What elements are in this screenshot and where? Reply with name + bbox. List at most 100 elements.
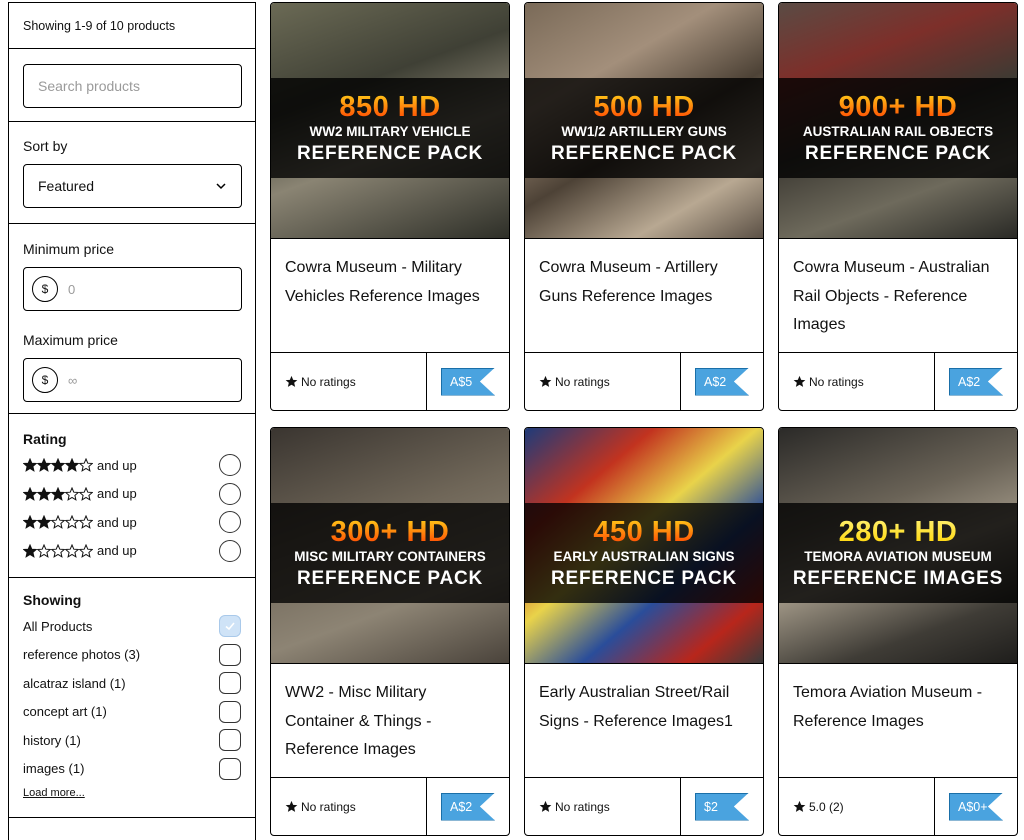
rating-text: No ratings (555, 799, 610, 814)
star-rating: and up (23, 543, 137, 558)
product-card[interactable]: 900+ HD AUSTRALIAN RAIL OBJECTS REFERENCE … (778, 2, 1018, 411)
rating-section: Rating and up and up and up and up (9, 414, 255, 578)
product-footer: No ratings A$2 (779, 353, 1017, 410)
product-card[interactable]: 450 HD EARLY AUSTRALIAN SIGNS REFERENCE PA… (524, 427, 764, 836)
star-filled-icon (539, 375, 552, 387)
price-tag[interactable]: $2 (695, 792, 749, 821)
currency-icon: $ (32, 367, 58, 393)
showing-option[interactable]: alcatraz island (1) (23, 669, 241, 698)
showing-option-label: reference photos (3) (23, 647, 141, 663)
showing-option-label: history (1) (23, 732, 81, 748)
product-thumbnail[interactable]: 450 HD EARLY AUSTRALIAN SIGNS REFERENCE PA… (525, 428, 763, 664)
product-rating: 5.0 (2) (779, 778, 935, 835)
checkbox[interactable] (219, 729, 241, 752)
price-cell: A$0+ (935, 778, 1017, 835)
star-outline-icon (51, 515, 65, 530)
price-tag[interactable]: A$2 (949, 367, 1003, 396)
price-cell: A$2 (427, 778, 509, 835)
banner-pack: REFERENCE PACK (296, 567, 484, 589)
banner-pack: REFERENCE PACK (550, 567, 738, 589)
showing-option-label: alcatraz island (1) (23, 675, 126, 691)
star-filled-icon (37, 486, 51, 501)
product-title[interactable]: Temora Aviation Museum - Reference Image… (779, 664, 1017, 778)
product-card[interactable]: 300+ HD MISC MILITARY CONTAINERS REFERENCE… (270, 427, 510, 836)
sort-section: Sort by Featured (9, 122, 255, 224)
star-filled-icon (23, 486, 37, 501)
min-price-label: Minimum price (23, 241, 115, 257)
product-thumbnail[interactable]: 280+ HD TEMORA AVIATION MUSEUM REFERENCE I… (779, 428, 1017, 664)
max-price-label: Maximum price (23, 332, 118, 348)
banner-count: 300+ HD (330, 515, 450, 548)
price-cell: A$2 (681, 353, 763, 410)
results-count-section: Showing 1-9 of 10 products (9, 3, 255, 49)
checkbox-checked[interactable] (219, 615, 241, 638)
banner-count: 850 HD (339, 90, 441, 123)
rating-option[interactable]: and up (23, 480, 241, 509)
banner-count: 900+ HD (838, 90, 958, 123)
star-outline-icon (79, 515, 93, 530)
product-rating: No ratings (525, 353, 681, 410)
product-thumbnail[interactable]: 850 HD WW2 MILITARY VEHICLE REFERENCE PACK (271, 3, 509, 239)
thumbnail-banner: 300+ HD MISC MILITARY CONTAINERS REFERENCE… (271, 503, 509, 603)
product-thumbnail[interactable]: 300+ HD MISC MILITARY CONTAINERS REFERENCE… (271, 428, 509, 664)
star-outline-icon (37, 543, 51, 558)
rating-options: and up and up and up and up (23, 451, 241, 565)
checkbox[interactable] (219, 672, 241, 695)
product-card[interactable]: 500 HD WW1/2 ARTILLERY GUNS REFERENCE PACK… (524, 2, 764, 411)
product-card[interactable]: 280+ HD TEMORA AVIATION MUSEUM REFERENCE I… (778, 427, 1018, 836)
product-title[interactable]: Cowra Museum - Australian Rail Objects -… (779, 239, 1017, 353)
star-filled-icon (51, 486, 65, 501)
min-price-input[interactable]: $ 0 (23, 267, 242, 311)
showing-option[interactable]: All Products (23, 612, 241, 641)
banner-pack: REFERENCE PACK (296, 142, 484, 164)
product-footer: No ratings A$2 (525, 353, 763, 410)
star-filled-icon (37, 458, 51, 473)
product-title[interactable]: WW2 - Misc Military Container & Things -… (271, 664, 509, 778)
star-outline-icon (65, 515, 79, 530)
showing-option[interactable]: images (1) (23, 755, 241, 784)
max-price-input[interactable]: $ ∞ (23, 358, 242, 402)
price-tag[interactable]: A$2 (441, 792, 495, 821)
product-title[interactable]: Early Australian Street/Rail Signs - Ref… (525, 664, 763, 778)
rating-option-label: and up (97, 486, 137, 502)
banner-subtitle: TEMORA AVIATION MUSEUM (804, 548, 992, 564)
rating-radio[interactable] (219, 511, 241, 534)
rating-text: No ratings (555, 374, 610, 389)
rating-radio[interactable] (219, 482, 241, 505)
load-more-link[interactable]: Load more... (23, 787, 85, 799)
price-tag[interactable]: A$2 (695, 367, 749, 396)
product-rating: No ratings (271, 778, 427, 835)
star-filled-icon (539, 800, 552, 812)
product-thumbnail[interactable]: 500 HD WW1/2 ARTILLERY GUNS REFERENCE PACK (525, 3, 763, 239)
product-thumbnail[interactable]: 900+ HD AUSTRALIAN RAIL OBJECTS REFERENCE … (779, 3, 1017, 239)
showing-option-label: All Products (23, 618, 93, 634)
showing-option[interactable]: history (1) (23, 726, 241, 755)
rating-option[interactable]: and up (23, 508, 241, 537)
checkbox[interactable] (219, 700, 241, 723)
banner-subtitle: WW1/2 ARTILLERY GUNS (561, 123, 727, 139)
star-outline-icon (79, 458, 93, 473)
rating-radio[interactable] (219, 454, 241, 477)
rating-option[interactable]: and up (23, 537, 241, 566)
price-tag[interactable]: A$5 (441, 367, 495, 396)
sort-select[interactable]: Featured (23, 164, 242, 208)
product-footer: No ratings $2 (525, 778, 763, 835)
star-rating: and up (23, 515, 137, 530)
product-rating: No ratings (271, 353, 427, 410)
showing-option-label: concept art (1) (23, 704, 107, 720)
check-icon (225, 622, 235, 631)
star-outline-icon (79, 543, 93, 558)
showing-option[interactable]: concept art (1) (23, 698, 241, 727)
price-tag[interactable]: A$0+ (949, 792, 1003, 821)
search-input[interactable] (23, 64, 242, 108)
product-card[interactable]: 850 HD WW2 MILITARY VEHICLE REFERENCE PACK… (270, 2, 510, 411)
checkbox[interactable] (219, 643, 241, 666)
product-title[interactable]: Cowra Museum - Artillery Guns Reference … (525, 239, 763, 353)
checkbox[interactable] (219, 757, 241, 780)
product-title[interactable]: Cowra Museum - Military Vehicles Referen… (271, 239, 509, 353)
rating-option[interactable]: and up (23, 451, 241, 480)
banner-count: 450 HD (593, 515, 695, 548)
rating-radio[interactable] (219, 539, 241, 562)
showing-option[interactable]: reference photos (3) (23, 641, 241, 670)
chevron-down-icon (216, 183, 226, 190)
